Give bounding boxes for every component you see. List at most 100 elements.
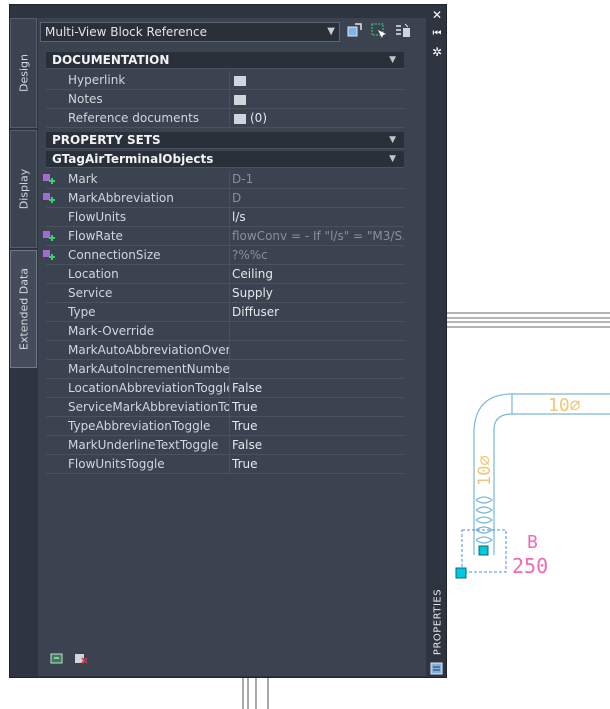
tab-design-label: Design [17, 54, 30, 92]
property-row[interactable]: Mark D-1 [46, 170, 404, 189]
property-name: ServiceMarkAbbreviationTo... [46, 398, 230, 416]
duct-size-label-horizontal: 10⌀ [548, 395, 581, 416]
property-value[interactable]: True [230, 417, 404, 435]
formula-property-icon [43, 250, 55, 260]
property-value[interactable]: flowConv = - If "l/s" = "M3/S... [230, 227, 404, 245]
property-row[interactable]: Service Supply [46, 284, 404, 303]
property-value[interactable]: False [230, 379, 404, 397]
property-name: Service [46, 284, 230, 302]
palette-title: PROPERTIES [431, 588, 445, 656]
property-name: MarkAutoAbbreviationOver... [46, 341, 230, 359]
property-name: FlowRate [46, 227, 230, 245]
section-documentation[interactable]: DOCUMENTATION ▼ [46, 52, 404, 69]
tag-number: 250 [512, 554, 548, 578]
section-documentation-title: DOCUMENTATION [52, 53, 170, 67]
property-name: Hyperlink [46, 71, 230, 89]
property-row[interactable]: MarkAbbreviation D [46, 189, 404, 208]
collapse-icon: ▼ [389, 135, 396, 145]
property-name: Reference documents [46, 109, 230, 127]
formula-property-icon [43, 231, 55, 241]
property-row[interactable]: FlowRate flowConv = - If "l/s" = "M3/S... [46, 227, 404, 246]
property-value[interactable] [230, 71, 404, 89]
palette-options-icon[interactable] [430, 662, 443, 675]
property-name: MarkAbbreviation [46, 189, 230, 207]
property-row[interactable]: FlowUnits l/s [46, 208, 404, 227]
property-value[interactable]: Supply [230, 284, 404, 302]
tab-extended-data-label: Extended Data [17, 267, 30, 351]
property-name: ConnectionSize [46, 246, 230, 264]
property-value[interactable] [230, 360, 404, 378]
property-value[interactable] [230, 322, 404, 340]
chevron-down-icon: ▼ [327, 26, 335, 37]
property-name: Notes [46, 90, 230, 108]
property-name: Type [46, 303, 230, 321]
property-value[interactable] [230, 341, 404, 359]
section-property-sets[interactable]: PROPERTY SETS ▼ [46, 132, 404, 149]
property-value[interactable]: False [230, 436, 404, 454]
collapse-icon: ▼ [389, 55, 396, 65]
property-row[interactable]: Mark-Override [46, 322, 404, 341]
property-set-header[interactable]: GTagAirTerminalObjects ▼ [46, 151, 404, 168]
property-row[interactable]: LocationAbbreviationToggle False [46, 379, 404, 398]
settings-icon[interactable]: ✲ [431, 46, 443, 58]
property-value[interactable]: D [230, 189, 404, 207]
select-objects-icon[interactable] [370, 22, 388, 40]
property-row[interactable]: TypeAbbreviationToggle True [46, 417, 404, 436]
property-name: TypeAbbreviationToggle [46, 417, 230, 435]
grip-handle-insert[interactable] [455, 567, 467, 579]
property-row[interactable]: FlowUnitsToggle True [46, 455, 404, 474]
property-row[interactable]: ConnectionSize ?%%c [46, 246, 404, 265]
property-row-hyperlink[interactable]: Hyperlink [46, 71, 404, 90]
property-set-name: GTagAirTerminalObjects [52, 152, 214, 166]
reference-count: (0) [250, 111, 267, 125]
property-name: Mark-Override [46, 322, 230, 340]
formula-property-icon [43, 174, 55, 184]
property-row[interactable]: MarkAutoAbbreviationOver... [46, 341, 404, 360]
property-row-reference-documents[interactable]: Reference documents (0) [46, 109, 404, 128]
property-row[interactable]: MarkAutoIncrementNumbe... [46, 360, 404, 379]
tab-extended-data[interactable]: Extended Data [10, 250, 37, 368]
section-property-sets-title: PROPERTY SETS [52, 133, 161, 147]
formula-property-icon [43, 193, 55, 203]
property-name: FlowUnits [46, 208, 230, 226]
property-row[interactable]: MarkUnderlineTextToggle False [46, 436, 404, 455]
property-value[interactable]: True [230, 455, 404, 473]
property-name: FlowUnitsToggle [46, 455, 230, 473]
property-value[interactable]: D-1 [230, 170, 404, 188]
tab-display[interactable]: Display [10, 130, 37, 248]
add-property-sets-icon[interactable] [50, 652, 64, 664]
property-name: MarkAutoIncrementNumbe... [46, 360, 230, 378]
property-row[interactable]: ServiceMarkAbbreviationTo... True [46, 398, 404, 417]
table-icon[interactable] [234, 113, 246, 124]
property-value[interactable]: (0) [230, 109, 404, 127]
duct-size-label-vertical: 10⌀ [475, 455, 495, 486]
tab-display-label: Display [17, 168, 30, 210]
collapse-icon: ▼ [389, 154, 396, 164]
property-name: Mark [46, 170, 230, 188]
object-type-select[interactable]: Multi-View Block Reference ▼ [40, 22, 340, 42]
table-icon[interactable] [234, 75, 246, 86]
tab-design[interactable]: Design [10, 18, 37, 128]
close-icon[interactable]: ✕ [431, 9, 443, 21]
property-value[interactable] [230, 90, 404, 108]
remove-property-sets-icon[interactable] [74, 652, 88, 664]
grip-handle[interactable] [478, 545, 489, 556]
property-value[interactable]: l/s [230, 208, 404, 226]
table-icon[interactable] [234, 94, 246, 105]
property-name: LocationAbbreviationToggle [46, 379, 230, 397]
property-value[interactable]: Diffuser [230, 303, 404, 321]
quick-select-icon[interactable] [346, 22, 364, 40]
palette-title-text: PROPERTIES [432, 588, 444, 656]
property-value[interactable]: True [230, 398, 404, 416]
property-name: MarkUnderlineTextToggle [46, 436, 230, 454]
property-name: Location [46, 265, 230, 283]
property-value[interactable]: Ceiling [230, 265, 404, 283]
property-row[interactable]: Type Diffuser [46, 303, 404, 322]
tag-letter: B [527, 532, 538, 553]
toggle-pickadd-icon[interactable] [394, 22, 412, 40]
property-row[interactable]: Location Ceiling [46, 265, 404, 284]
property-value[interactable]: ?%%c [230, 246, 404, 264]
auto-hide-icon[interactable]: ⏮ [431, 28, 443, 40]
object-type-value: Multi-View Block Reference [45, 25, 207, 39]
property-row-notes[interactable]: Notes [46, 90, 404, 109]
